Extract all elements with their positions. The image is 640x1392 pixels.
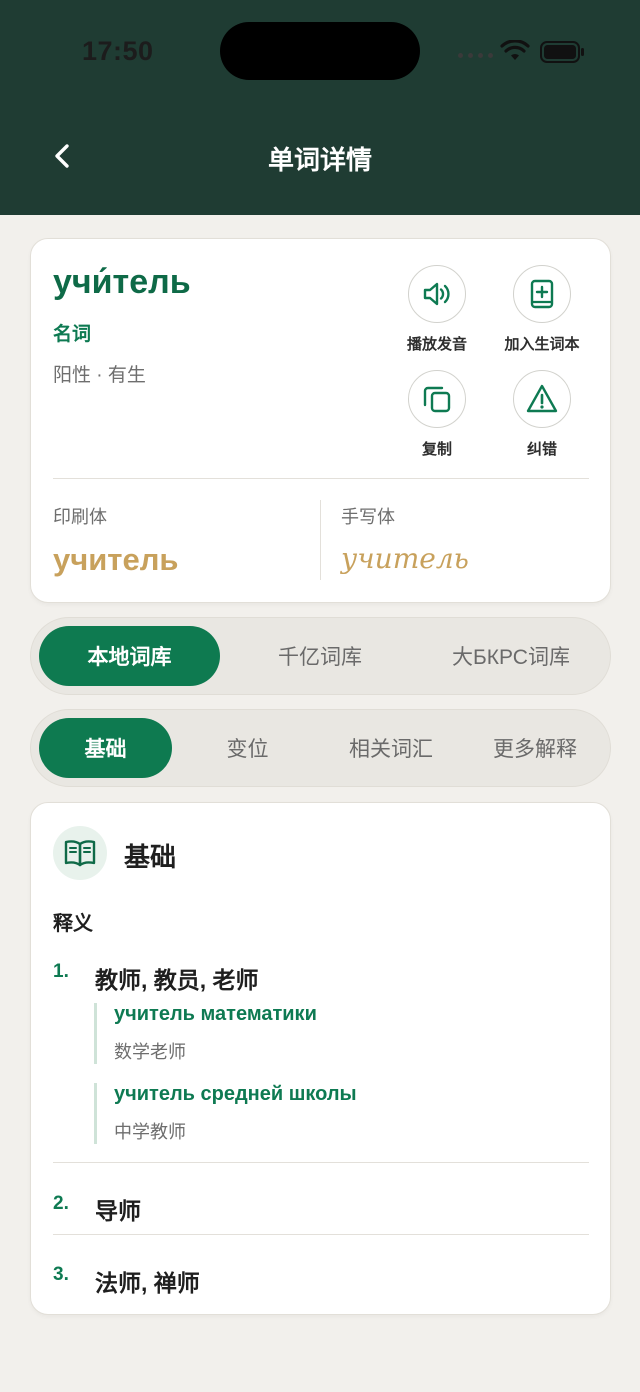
add-to-vocab-button[interactable]: 加入生词本 xyxy=(487,265,597,354)
definition-number: 3. xyxy=(53,1264,69,1285)
action-label: 播放发音 xyxy=(406,336,467,353)
section-title: 基础 xyxy=(124,842,177,872)
example-russian: учитель средней школы xyxy=(114,1083,357,1105)
tab-conjugation[interactable]: 变位 xyxy=(180,718,315,778)
top-header: 17:50 单词详情 xyxy=(0,0,640,215)
wifi-icon xyxy=(500,40,530,60)
example-chinese: 中学教师 xyxy=(114,1122,186,1142)
print-form-label: 印刷体 xyxy=(53,507,107,527)
report-error-button[interactable]: 纠错 xyxy=(487,370,597,459)
warning-icon xyxy=(526,384,558,413)
example-russian: учитель математики xyxy=(114,1003,317,1025)
dynamic-island xyxy=(220,22,420,80)
status-time: 17:50 xyxy=(82,36,154,66)
word-card: учи́тель 名词 阳性 · 有生 播放发音 加入生词本 复制 纠错 印刷体… xyxy=(30,238,611,603)
divider xyxy=(53,478,589,479)
copy-button[interactable]: 复制 xyxy=(382,370,492,459)
add-book-icon xyxy=(530,279,554,309)
speaker-icon xyxy=(423,282,450,306)
headword: учи́тель xyxy=(53,263,191,301)
page-title: 单词详情 xyxy=(267,145,372,175)
tab-qianyi-dictionary[interactable]: 千亿词库 xyxy=(230,626,410,686)
action-label: 加入生词本 xyxy=(504,336,580,353)
definition-number: 2. xyxy=(53,1193,69,1214)
example-item: учитель математики 数学老师 xyxy=(94,1003,574,1064)
definition-meaning: 导师 xyxy=(95,1198,141,1224)
dictionary-selector: 本地词库 千亿词库 大БКРС词库 xyxy=(30,617,611,695)
definition-meaning: 法师, 禅师 xyxy=(95,1270,200,1296)
tab-bkrs-dictionary[interactable]: 大БКРС词库 xyxy=(420,626,602,686)
divider xyxy=(53,1162,589,1163)
action-label: 复制 xyxy=(421,441,452,458)
action-label: 纠错 xyxy=(526,441,557,458)
grammar-info: 阳性 · 有生 xyxy=(53,365,146,386)
copy-icon xyxy=(423,386,451,413)
part-of-speech: 名词 xyxy=(53,324,92,345)
section-icon-badge xyxy=(53,826,107,880)
tab-basic[interactable]: 基础 xyxy=(39,718,172,778)
definition-card: 基础 释义 1. 教师, 教员, 老师 учитель математики 数… xyxy=(30,802,611,1315)
definition-number: 1. xyxy=(53,961,69,982)
definitions-label: 释义 xyxy=(53,913,93,935)
content-tabs: 基础 变位 相关词汇 更多解释 xyxy=(30,709,611,787)
signal-icon xyxy=(458,53,493,58)
battery-icon xyxy=(540,41,584,63)
open-book-icon xyxy=(64,840,96,867)
divider xyxy=(53,1234,589,1235)
example-item: учитель средней школы 中学教师 xyxy=(94,1083,574,1144)
tab-local-dictionary[interactable]: 本地词库 xyxy=(39,626,220,686)
tab-related-words[interactable]: 相关词汇 xyxy=(321,718,461,778)
example-chinese: 数学老师 xyxy=(114,1042,186,1062)
divider xyxy=(320,500,321,580)
definition-meaning: 教师, 教员, 老师 xyxy=(95,967,259,993)
tab-more-explanations[interactable]: 更多解释 xyxy=(465,718,605,778)
handwritten-form-label: 手写体 xyxy=(341,507,395,527)
handwritten-form-word: учитель xyxy=(341,542,469,575)
play-pronunciation-button[interactable]: 播放发音 xyxy=(382,265,492,354)
print-form-word: учитель xyxy=(53,542,179,577)
